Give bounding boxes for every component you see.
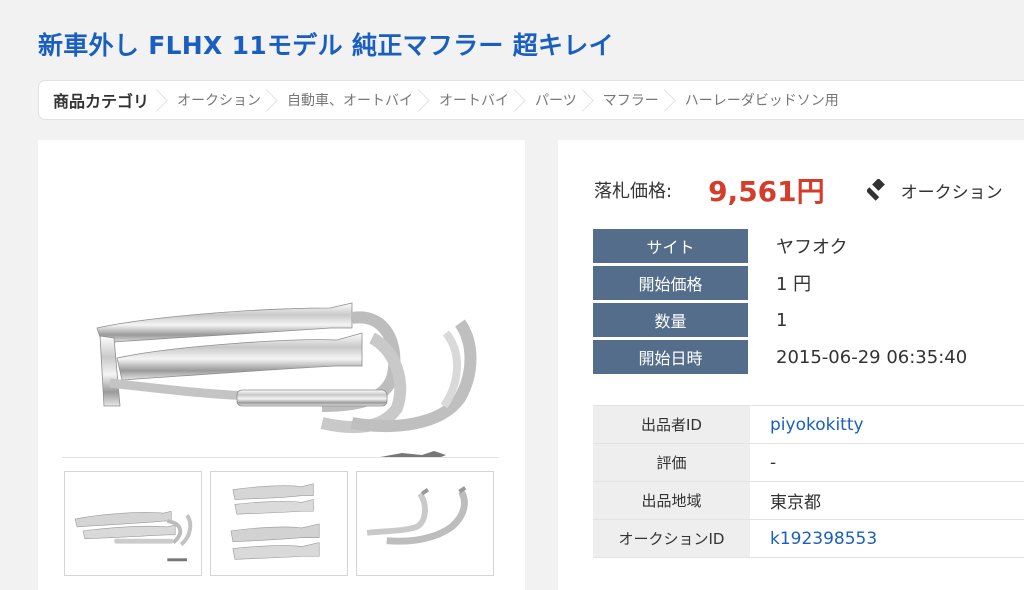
seller-label: 評価: [593, 443, 750, 482]
breadcrumb-item-motorcycle[interactable]: オートバイ: [427, 81, 523, 119]
info-value: ヤフオク: [776, 237, 848, 258]
region-value: 東京都: [770, 493, 821, 513]
info-value: 2015-06-29 06:35:40: [776, 346, 968, 368]
main-product-image[interactable]: [62, 168, 502, 458]
rating-value: -: [770, 452, 777, 473]
auction-id-link[interactable]: k192398553: [770, 529, 877, 549]
gavel-icon: [866, 179, 885, 201]
info-row: 開始価格 1 円: [593, 266, 967, 300]
breadcrumb-item-category[interactable]: 商品カテゴリ: [39, 81, 165, 119]
info-label: 数量: [593, 303, 748, 337]
info-row: 開始日時 2015-06-29 06:35:40: [593, 340, 967, 374]
seller-label: 出品地域: [593, 481, 750, 520]
seller-id-link[interactable]: piyokokitty: [770, 415, 864, 435]
thumbnail-1[interactable]: [64, 471, 202, 576]
breadcrumb-item-vehicles[interactable]: 自動車、オートバイ: [275, 81, 427, 119]
auction-info-table: サイト ヤフオク 開始価格 1 円 数量 1 開始日時 2015-06-29 06:35…: [593, 226, 967, 377]
seller-row: 評価 -: [593, 443, 1024, 482]
gallery-divider: [62, 457, 499, 458]
info-row: サイト ヤフオク: [593, 229, 967, 263]
seller-label: 出品者ID: [593, 405, 750, 444]
breadcrumb-item-parts[interactable]: パーツ: [523, 81, 591, 119]
breadcrumb-item-auction[interactable]: オークション: [165, 81, 275, 119]
info-label: 開始価格: [593, 266, 748, 300]
info-value: 1: [776, 309, 788, 331]
price-label: 落札価格:: [594, 181, 673, 202]
thumbnail-2[interactable]: [210, 471, 348, 576]
auction-link-label: オークション: [900, 182, 1003, 203]
product-details: 落札価格: 9,561円 オークション サイト ヤフオク 開始価格 1 円 数量 1 …: [558, 140, 1024, 590]
info-label: サイト: [593, 229, 748, 263]
page-title: 新車外し FLHX 11モデル 純正マフラー 超キレイ: [38, 31, 614, 60]
info-label: 開始日時: [593, 340, 748, 374]
seller-row: 出品者ID piyokokitty: [593, 405, 1024, 444]
thumbnail-3[interactable]: [356, 471, 494, 576]
breadcrumb-item-harley[interactable]: ハーレーダビッドソン用: [673, 81, 853, 119]
auction-link[interactable]: オークション: [866, 178, 1003, 203]
breadcrumb-item-muffler[interactable]: マフラー: [591, 81, 673, 119]
seller-row: オークションID k192398553: [593, 519, 1024, 558]
info-row: 数量 1: [593, 303, 967, 337]
breadcrumb: 商品カテゴリ オークション 自動車、オートバイ オートバイ パーツ マフラー ハ…: [38, 80, 1024, 120]
price-row: 落札価格: 9,561円 オークション: [594, 170, 1003, 210]
price-value: 9,561円: [708, 175, 825, 208]
seller-row: 出品地域 東京都: [593, 481, 1024, 520]
image-gallery: [38, 140, 525, 590]
seller-label: オークションID: [593, 519, 750, 558]
seller-info-table: 出品者ID piyokokitty 評価 - 出品地域 東京都 オークションID k19…: [593, 405, 1024, 558]
info-value: 1 円: [776, 274, 812, 295]
